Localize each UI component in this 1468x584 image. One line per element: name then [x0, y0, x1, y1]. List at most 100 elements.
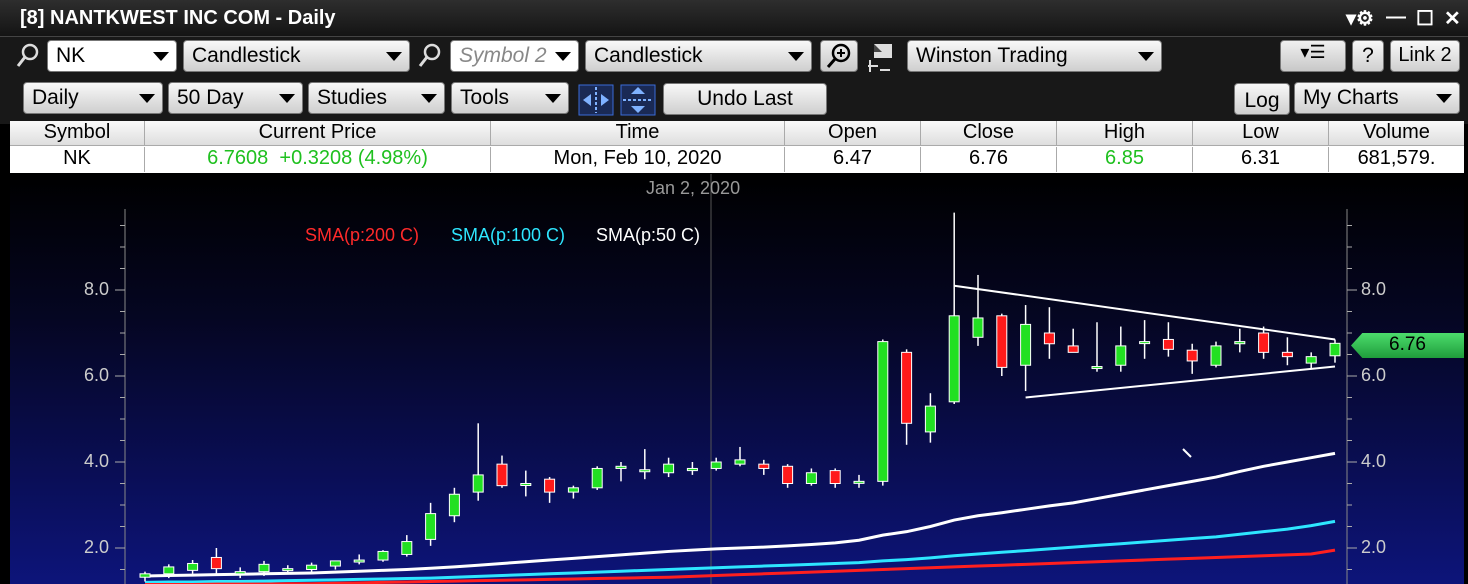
candle-body-up [1210, 345, 1222, 366]
chevron-down-icon[interactable] [1436, 94, 1452, 103]
candle-body-up [1305, 356, 1317, 364]
fit-vertical-icon[interactable] [620, 84, 656, 116]
candle-body-up [805, 472, 817, 484]
column-header-low[interactable]: Low [1193, 121, 1329, 146]
layout-icon[interactable] [866, 42, 900, 74]
cell-time: Mon, Feb 10, 2020 [491, 147, 785, 172]
search-icon[interactable] [16, 43, 40, 69]
crosshair-date-label: Jan 2, 2020 [646, 178, 741, 198]
layout-select[interactable]: Winston Trading [907, 40, 1162, 72]
legend-sma100: SMA(p:100 C) [451, 225, 566, 245]
candle-body-up [1139, 341, 1151, 345]
candle-body-up [1091, 366, 1103, 370]
candle-body-up [1115, 345, 1127, 366]
candle-body-up [187, 562, 199, 571]
settings-icon[interactable]: ▾⚙ [1346, 6, 1374, 31]
search-icon[interactable] [418, 43, 442, 69]
candle-body-up [163, 566, 175, 575]
close-icon[interactable]: ✕ [1444, 6, 1461, 31]
candle-body-up [948, 315, 960, 403]
candle-body-down [782, 465, 794, 484]
y-tick-label-right: 6.0 [1361, 365, 1387, 385]
symbol-value: NK [56, 44, 86, 67]
fit-horizontal-icon[interactable] [578, 84, 614, 116]
column-header-close[interactable]: Close [921, 121, 1057, 146]
layout-value: Winston Trading [916, 44, 1068, 67]
candle-body-up [591, 467, 603, 489]
candle-body-up [1234, 341, 1246, 345]
interval-select[interactable]: Daily [23, 82, 163, 114]
chevron-down-icon[interactable] [386, 52, 402, 61]
candle-body-up [663, 463, 675, 474]
price-chart[interactable] [10, 174, 1464, 584]
period-value: 50 Day [177, 86, 244, 109]
chevron-down-icon[interactable] [279, 94, 295, 103]
menu-button[interactable]: ▾☰ [1280, 40, 1346, 72]
candle-body-down [1162, 338, 1174, 350]
menu-icon: ▾☰ [1300, 42, 1326, 62]
cell-low: 6.31 [1193, 147, 1329, 172]
maximize-icon[interactable]: ☐ [1416, 6, 1434, 31]
candle-body-up [377, 550, 389, 561]
undo-last-button[interactable]: Undo Last [663, 83, 827, 115]
chevron-down-icon[interactable] [555, 52, 571, 61]
candle [377, 550, 389, 562]
y-tick-label-left: 2.0 [84, 537, 110, 557]
candle-body-up [282, 568, 294, 572]
chevron-down-icon[interactable] [788, 52, 804, 61]
candle-body-up [972, 317, 984, 338]
my-charts-label: My Charts [1303, 86, 1399, 109]
chevron-down-icon[interactable] [545, 94, 561, 103]
candle-body-down [496, 463, 508, 487]
link-button[interactable]: Link 2 [1390, 40, 1460, 72]
chevron-down-icon[interactable] [153, 52, 169, 61]
zoom-icon [826, 43, 851, 68]
tools-select[interactable]: Tools [451, 82, 569, 114]
chart-canvas[interactable] [10, 174, 1464, 584]
window-title: [8] NANTKWEST INC COM - Daily [20, 7, 336, 29]
candle-body-down [1043, 332, 1055, 345]
minimize-icon[interactable]: — [1386, 6, 1406, 29]
studies-select[interactable]: Studies [308, 82, 445, 114]
zoom-button[interactable] [820, 40, 858, 72]
chevron-down-icon[interactable] [139, 94, 155, 103]
period-select[interactable]: 50 Day [168, 82, 303, 114]
candle-body-up [520, 483, 532, 486]
candle-body-up [877, 341, 889, 482]
toolbar-chart: Daily 50 Day Studies Tools Undo Last Log… [0, 80, 1468, 124]
undo-last-label: Undo Last [697, 87, 793, 110]
y-tick-label-left: 4.0 [84, 451, 110, 471]
column-header-high[interactable]: High [1057, 121, 1193, 146]
chevron-down-icon[interactable] [421, 94, 437, 103]
candle-body-up [306, 564, 318, 571]
candle-body-up [329, 560, 341, 567]
symbol2-input[interactable]: Symbol 2 [450, 40, 579, 72]
cell-symbol: NK [10, 147, 145, 172]
my-charts-select[interactable]: My Charts [1294, 82, 1460, 114]
log-scale-button[interactable]: Log [1234, 83, 1290, 115]
log-label: Log [1244, 89, 1280, 112]
chevron-down-icon[interactable] [1138, 52, 1154, 61]
cell-volume: 681,579. [1329, 147, 1464, 172]
symbol-input[interactable]: NK [47, 40, 177, 72]
column-header-symbol[interactable]: Symbol [10, 121, 145, 146]
column-header-volume[interactable]: Volume [1329, 121, 1464, 146]
column-header-current-price[interactable]: Current Price [145, 121, 491, 146]
cell-current-price: 6.7608 +0.3208 (4.98%) [145, 147, 491, 172]
chart-type-2-select[interactable]: Candlestick [585, 40, 812, 72]
chart-type-select[interactable]: Candlestick [183, 40, 410, 72]
column-header-time[interactable]: Time [491, 121, 785, 146]
candle-body-down [829, 470, 841, 485]
candle-body-down [758, 463, 770, 469]
candle-body-up [639, 469, 651, 473]
help-button[interactable]: ? [1352, 40, 1384, 72]
window-titlebar: [8] NANTKWEST INC COM - Daily ▾⚙ — ☐ ✕ [0, 0, 1468, 37]
candle-body-down [901, 351, 913, 424]
cell-open: 6.47 [785, 147, 921, 172]
candle-body-up [1020, 323, 1032, 366]
y-tick-label-right: 8.0 [1361, 279, 1387, 299]
column-header-open[interactable]: Open [785, 121, 921, 146]
interval-value: Daily [32, 86, 79, 109]
last-price-tag: 6.76 [1351, 333, 1464, 358]
candle-body-down [544, 478, 556, 493]
